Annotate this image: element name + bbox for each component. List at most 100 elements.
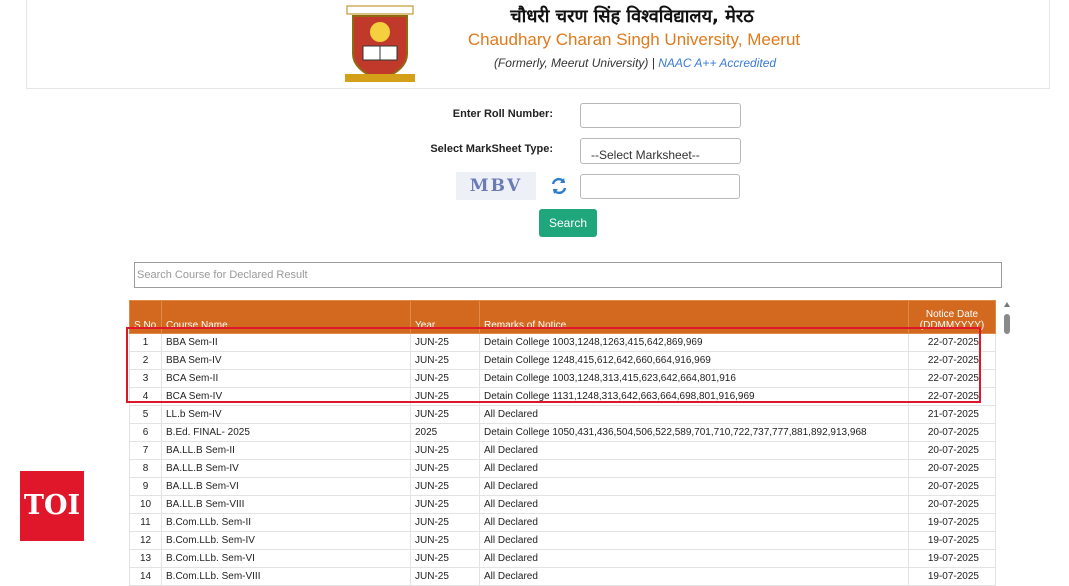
cell-sno: 3 [129, 369, 162, 388]
table-row: 13 B.Com.LLb. Sem-VI JUN-25 All Declared 19-… [129, 549, 996, 568]
cell-year: JUN-25 [410, 405, 480, 424]
table-row: 9 BA.LL.B Sem-VI JUN-25 All Declared 20-07-2… [129, 477, 996, 496]
cell-course-name: B.Com.LLb. Sem-II [161, 513, 411, 532]
cell-remarks: All Declared [479, 459, 909, 478]
cell-sno: 7 [129, 441, 162, 460]
table-row: 2 BBA Sem-IV JUN-25 Detain College 1248,415… [129, 351, 996, 370]
cell-remarks: All Declared [479, 405, 909, 424]
cell-year: JUN-25 [410, 531, 480, 550]
refresh-icon[interactable] [549, 176, 569, 196]
marksheet-type-select[interactable]: --Select Marksheet-- [580, 138, 741, 164]
cell-remarks: Detain College 1050,431,436,504,506,522,… [479, 423, 909, 442]
cell-notice-date: 20-07-2025 [908, 495, 996, 514]
table-row: 14 B.Com.LLb. Sem-VIII JUN-25 All Declared 1… [129, 567, 996, 586]
cell-course-name: BBA Sem-II [161, 333, 411, 352]
formerly-text: (Formerly, Meerut University) | [493, 56, 655, 70]
cell-notice-date: 21-07-2025 [908, 405, 996, 424]
cell-course-name: BA.LL.B Sem-II [161, 441, 411, 460]
university-logo [345, 5, 415, 82]
cell-year: JUN-25 [410, 333, 480, 352]
course-search-input[interactable]: Search Course for Declared Result [134, 262, 1002, 288]
scrollbar[interactable] [1001, 300, 1013, 580]
cell-course-name: BCA Sem-IV [161, 387, 411, 406]
table-row: 4 BCA Sem-IV JUN-25 Detain College 1131,124… [129, 387, 996, 406]
cell-course-name: BCA Sem-II [161, 369, 411, 388]
cell-remarks: All Declared [479, 477, 909, 496]
cell-sno: 9 [129, 477, 162, 496]
toi-watermark: TOI [20, 471, 84, 541]
naac-accreditation-link[interactable]: NAAC A++ Accredited [658, 56, 776, 70]
header-year: Year [410, 300, 480, 334]
scroll-thumb[interactable] [1004, 314, 1010, 334]
cell-year: JUN-25 [410, 495, 480, 514]
cell-year: JUN-25 [410, 459, 480, 478]
cell-year: JUN-25 [410, 441, 480, 460]
cell-sno: 10 [129, 495, 162, 514]
cell-remarks: Detain College 1003,1248,313,415,623,642… [479, 369, 909, 388]
table-row: 8 BA.LL.B Sem-IV JUN-25 All Declared 20-07-2… [129, 459, 996, 478]
header-remarks: Remarks of Notice [479, 300, 909, 334]
table-row: 7 BA.LL.B Sem-II JUN-25 All Declared 20-07-2… [129, 441, 996, 460]
header-sno: S.No. [129, 300, 162, 334]
cell-sno: 13 [129, 549, 162, 568]
roll-number-label: Enter Roll Number: [452, 108, 553, 120]
captcha-input[interactable] [580, 174, 740, 199]
cell-sno: 12 [129, 531, 162, 550]
cell-notice-date: 20-07-2025 [908, 477, 996, 496]
cell-year: JUN-25 [410, 513, 480, 532]
search-button[interactable]: Search [539, 209, 597, 237]
cell-remarks: Detain College 1131,1248,313,642,663,664… [479, 387, 909, 406]
table-row: 10 BA.LL.B Sem-VIII JUN-25 All Declared 20-0… [129, 495, 996, 514]
cell-remarks: All Declared [479, 567, 909, 586]
cell-remarks: All Declared [479, 495, 909, 514]
cell-year: JUN-25 [410, 567, 480, 586]
cell-notice-date: 20-07-2025 [908, 423, 996, 442]
results-table: S.No. Course Name Year Remarks of Notice… [129, 300, 996, 586]
cell-course-name: BA.LL.B Sem-VIII [161, 495, 411, 514]
table-row: 5 LL.b Sem-IV JUN-25 All Declared 21-07-2025 [129, 405, 996, 424]
cell-sno: 8 [129, 459, 162, 478]
cell-year: JUN-25 [410, 477, 480, 496]
cell-remarks: Detain College 1248,415,612,642,660,664,… [479, 351, 909, 370]
cell-remarks: All Declared [479, 441, 909, 460]
cell-notice-date: 22-07-2025 [908, 333, 996, 352]
roll-number-input[interactable] [580, 103, 741, 128]
cell-sno: 2 [129, 351, 162, 370]
cell-notice-date: 20-07-2025 [908, 441, 996, 460]
cell-notice-date: 19-07-2025 [908, 567, 996, 586]
cell-remarks: All Declared [479, 513, 909, 532]
cell-course-name: BA.LL.B Sem-VI [161, 477, 411, 496]
cell-course-name: B.Com.LLb. Sem-IV [161, 531, 411, 550]
cell-course-name: B.Com.LLb. Sem-VIII [161, 567, 411, 586]
cell-notice-date: 22-07-2025 [908, 387, 996, 406]
cell-remarks: Detain College 1003,1248,1263,415,642,86… [479, 333, 909, 352]
cell-year: JUN-25 [410, 351, 480, 370]
scroll-up-icon[interactable] [1004, 302, 1010, 307]
university-subtitle: (Formerly, Meerut University) | NAAC A++… [467, 56, 803, 70]
cell-year: JUN-25 [410, 549, 480, 568]
cell-remarks: All Declared [479, 549, 909, 568]
marksheet-type-label: Select MarkSheet Type: [430, 143, 553, 155]
cell-course-name: BA.LL.B Sem-IV [161, 459, 411, 478]
cell-sno: 6 [129, 423, 162, 442]
cell-sno: 1 [129, 333, 162, 352]
table-body: 1 BBA Sem-II JUN-25 Detain College 1003,124… [129, 333, 996, 586]
table-row: 12 B.Com.LLb. Sem-IV JUN-25 All Declared 19-… [129, 531, 996, 550]
cell-year: JUN-25 [410, 369, 480, 388]
table-header-row: S.No. Course Name Year Remarks of Notice… [129, 300, 996, 334]
cell-notice-date: 19-07-2025 [908, 531, 996, 550]
header-course-name: Course Name [161, 300, 411, 334]
cell-course-name: B.Ed. FINAL- 2025 [161, 423, 411, 442]
cell-notice-date: 22-07-2025 [908, 369, 996, 388]
cell-notice-date: 19-07-2025 [908, 549, 996, 568]
table-row: 11 B.Com.LLb. Sem-II JUN-25 All Declared 19-… [129, 513, 996, 532]
cell-notice-date: 22-07-2025 [908, 351, 996, 370]
cell-year: 2025 [410, 423, 480, 442]
table-row: 1 BBA Sem-II JUN-25 Detain College 1003,124… [129, 333, 996, 352]
cell-notice-date: 19-07-2025 [908, 513, 996, 532]
cell-course-name: BBA Sem-IV [161, 351, 411, 370]
university-title-english: Chaudhary Charan Singh University, Meeru… [467, 30, 801, 49]
university-header: चौधरी चरण सिंह विश्वविद्यालय, मेरठ Chaud… [26, 0, 1050, 89]
table-row: 6 B.Ed. FINAL- 2025 2025 Detain College 105… [129, 423, 996, 442]
cell-sno: 4 [129, 387, 162, 406]
